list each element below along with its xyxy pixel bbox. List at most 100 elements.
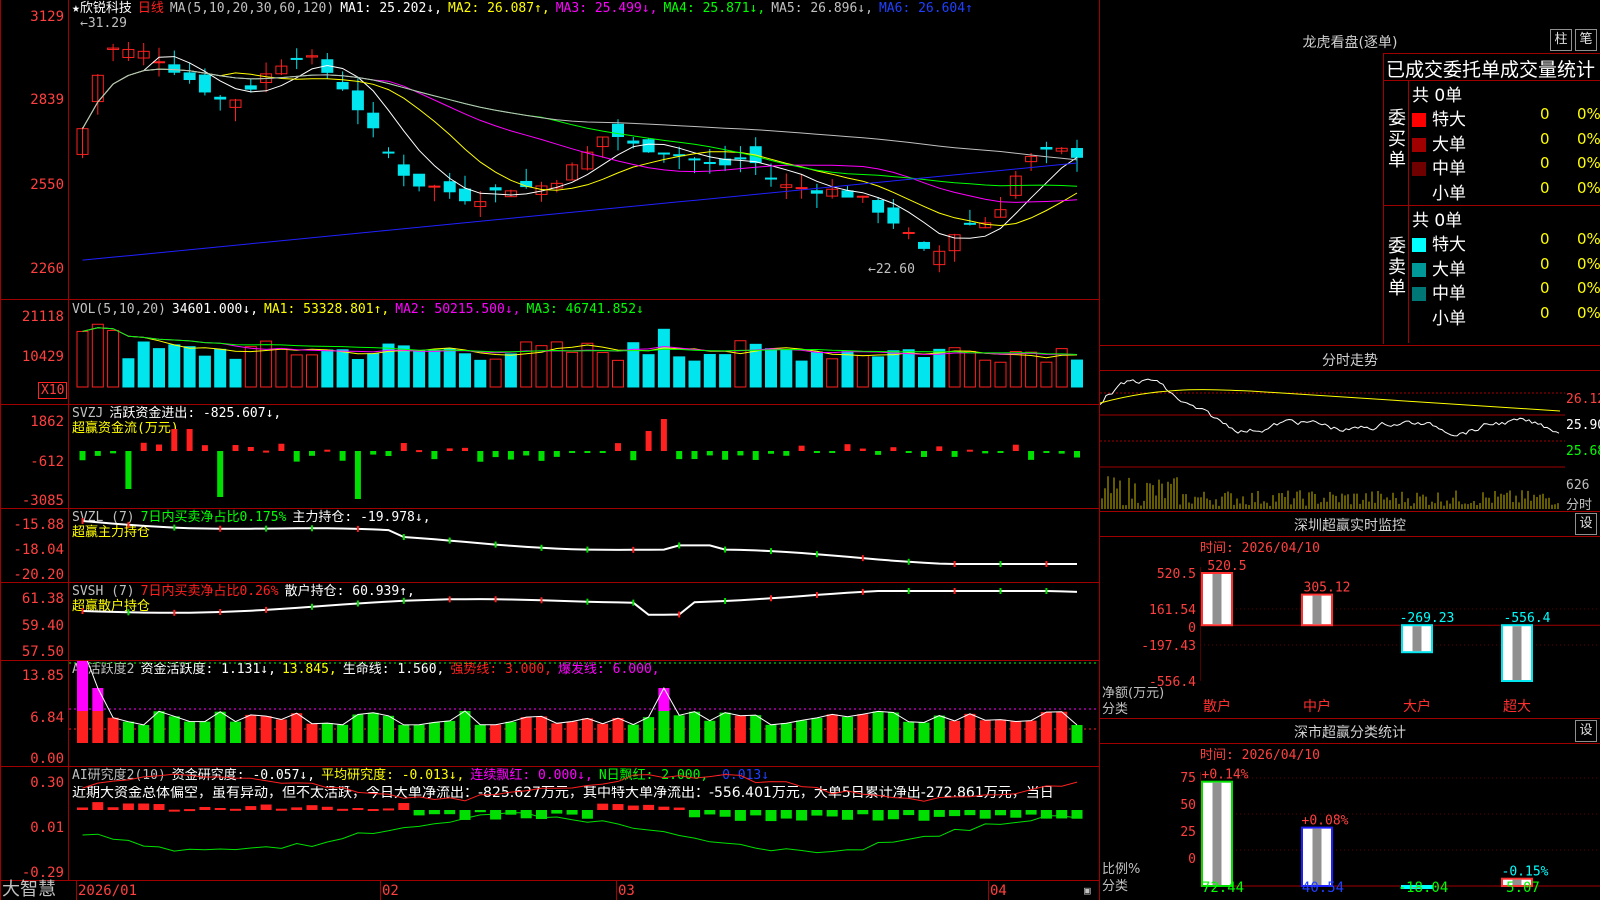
research-red-line xyxy=(82,773,1078,802)
stock-name[interactable]: ★欣锐科技 xyxy=(72,1,132,16)
sz-class-ylabel-2: 25 xyxy=(1180,825,1196,840)
buy-vol-0: 0 xyxy=(1540,105,1550,123)
activity-bar xyxy=(643,717,655,743)
activity-bar xyxy=(184,721,196,743)
intraday-vol-label: 626 xyxy=(1566,478,1590,493)
volume-chart[interactable] xyxy=(69,300,1099,404)
research-bar xyxy=(92,802,104,810)
research-bar xyxy=(734,810,746,821)
activity-bar xyxy=(291,713,303,743)
candle-body xyxy=(183,72,196,81)
sz-class-top-border xyxy=(1100,718,1600,719)
holding-tick xyxy=(586,598,589,605)
holding-tick xyxy=(632,599,635,606)
research-bar xyxy=(581,810,593,819)
activity-bar xyxy=(796,720,808,743)
research-bar xyxy=(612,804,624,810)
ai-activity-chart[interactable] xyxy=(69,661,1099,766)
holding-line xyxy=(82,520,1077,565)
bar-bottom-label-0: 72.44 xyxy=(1202,880,1244,896)
research-bar xyxy=(184,809,196,812)
sell-swatch-0 xyxy=(1412,238,1426,252)
candle-body xyxy=(489,187,502,191)
activity-bar xyxy=(719,712,731,743)
ai-research-chart[interactable] xyxy=(69,767,1099,880)
candle-body xyxy=(367,112,380,129)
activity-bar xyxy=(1056,711,1068,743)
tick-view-button[interactable]: 笔 xyxy=(1575,29,1597,51)
activity-bar xyxy=(765,724,777,743)
svsh-retail-holding-chart[interactable] xyxy=(69,583,1099,660)
sz-monitor-ylabel-2: 0 xyxy=(1188,621,1196,636)
svsh-ylabel-0: 61.38 xyxy=(21,591,64,607)
xaxis-label-2: 03 xyxy=(618,883,635,899)
holding-tick xyxy=(1045,561,1048,567)
volume-bar xyxy=(612,359,624,388)
intraday-title: 分时走势 xyxy=(1322,353,1378,369)
vol-ylabel-1: 10429 xyxy=(21,349,64,365)
flow-bar xyxy=(798,445,805,451)
activity-bar xyxy=(597,723,609,743)
sell-row-1: 大单 0 0% xyxy=(1412,255,1600,280)
candle-body xyxy=(963,222,976,225)
candle-body xyxy=(244,85,257,90)
sell-vol-2: 0 xyxy=(1540,279,1550,297)
sell-vol-0: 0 xyxy=(1540,230,1550,248)
bar-view-button[interactable]: 柱 xyxy=(1550,29,1572,51)
volume-bar xyxy=(887,350,900,388)
sell-pct-2: 0% xyxy=(1577,279,1600,297)
activity-bar xyxy=(398,724,410,743)
activity-bar xyxy=(857,714,869,743)
research-bar xyxy=(153,804,165,810)
bar-shade-0 xyxy=(1212,782,1222,885)
activity-bar xyxy=(77,711,88,743)
ma-header-item-3: MA3: 25.499↓, xyxy=(555,1,658,16)
kline-candlestick-chart[interactable] xyxy=(69,18,1099,299)
holding-tick xyxy=(540,544,543,551)
sz-monitor-settings-button[interactable]: 设 xyxy=(1575,513,1597,535)
activity-line xyxy=(86,661,1078,726)
period-label[interactable]: 日线 xyxy=(138,1,164,16)
research-bar xyxy=(1010,810,1022,818)
flow-bar xyxy=(462,447,468,451)
volume-bar xyxy=(596,352,609,388)
activity-bar xyxy=(842,716,853,743)
volume-bar xyxy=(856,354,869,388)
intraday-ylabel-2: 25.68 xyxy=(1566,444,1600,459)
candle-body xyxy=(612,123,624,138)
volume-bar xyxy=(963,350,976,388)
flow-bar xyxy=(951,451,958,457)
sz-monitor-title-line xyxy=(1100,536,1600,537)
research-bar xyxy=(857,810,869,815)
volume-bar xyxy=(336,349,349,388)
candle-body xyxy=(397,164,410,176)
candle-body xyxy=(336,82,349,90)
svzl-main-holding-chart[interactable] xyxy=(69,509,1099,582)
flow-bar xyxy=(125,451,132,489)
flow-bar xyxy=(385,451,392,457)
buy-vol-2: 0 xyxy=(1540,154,1550,172)
sz-class-settings-button[interactable]: 设 xyxy=(1575,720,1597,742)
sz-class-bar-chart[interactable]: +0.14%72.44散户+0.08%40.54中户-18.04大户-0.15%… xyxy=(1200,760,1600,900)
intraday-chart[interactable] xyxy=(1100,371,1565,510)
holding-tick xyxy=(127,609,130,616)
sz-monitor-bar-chart[interactable]: 520.5 散户 305.12 中户 -269.23 大户 -556.4 超大 xyxy=(1200,555,1600,717)
activity-bar xyxy=(826,714,838,743)
main-chart-area[interactable]: ★欣锐科技 日线 MA(5,10,20,30,60,120) MA1: 25.202↓… xyxy=(0,0,1100,900)
holding-tick xyxy=(861,588,864,595)
ai-research-ylabel-0: 0.30 xyxy=(30,775,64,791)
volume-bar xyxy=(703,354,716,388)
holding-tick xyxy=(448,537,451,544)
sell-row-0: 特大 0 0% xyxy=(1412,230,1600,255)
flow-bar xyxy=(1012,444,1019,451)
candle-body xyxy=(902,232,915,235)
bar-change-label-0: +0.14% xyxy=(1202,768,1249,783)
svzj-flow-chart[interactable] xyxy=(69,405,1099,508)
activity-bar xyxy=(153,711,165,743)
volume-bar xyxy=(321,349,334,388)
research-bar xyxy=(352,808,364,811)
ai-active-ylabel-0: 13.85 xyxy=(21,668,64,684)
lock-icon[interactable]: ▣ xyxy=(1084,884,1091,897)
sz-class-title-line xyxy=(1100,743,1600,744)
research-bar xyxy=(903,810,915,816)
